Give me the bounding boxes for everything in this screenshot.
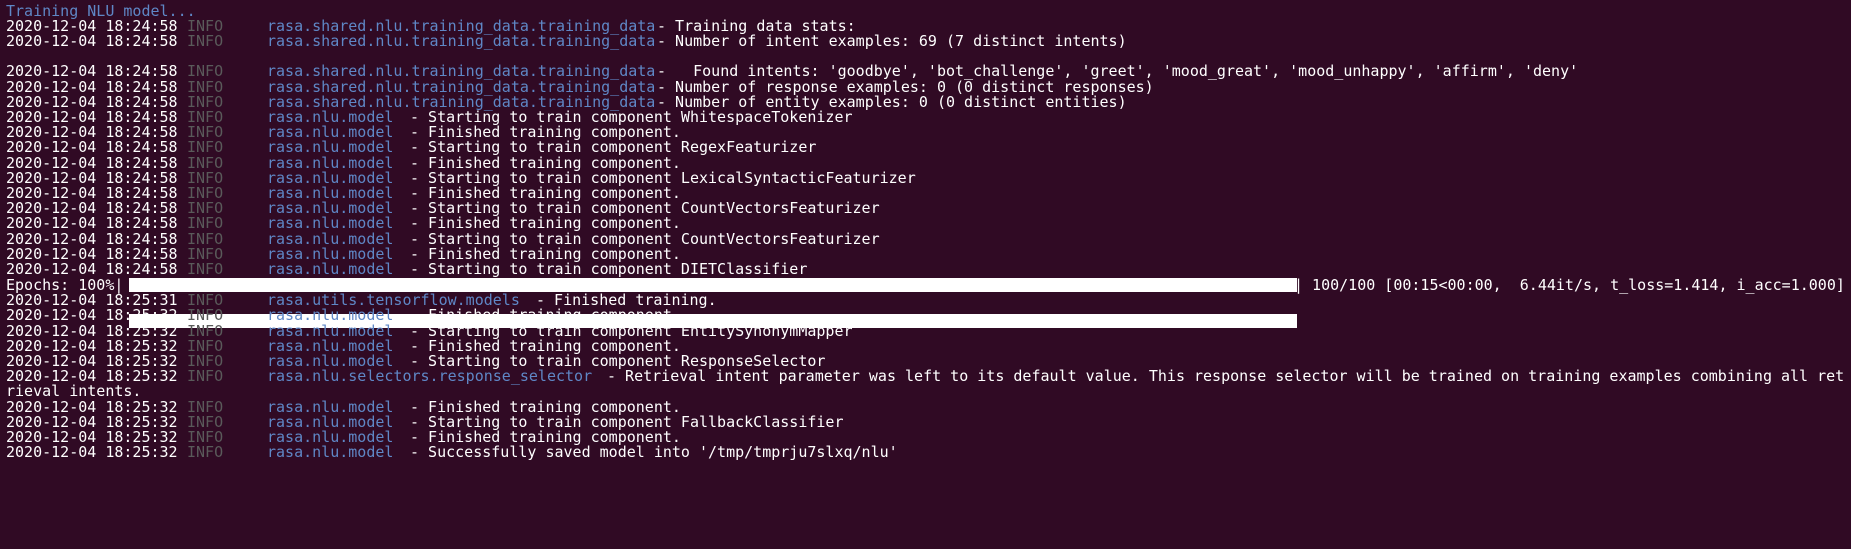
log-logger: rasa.nlu.model <box>267 443 394 461</box>
log-message: - Number of intent examples: 69 (7 disti… <box>657 32 1127 50</box>
progress-bar <box>129 278 1297 328</box>
log-line: 2020-12-04 18:24:58 INFO rasa.shared.nlu… <box>6 32 1127 50</box>
log-line: 2020-12-04 18:25:32 INFO rasa.nlu.select… <box>6 367 1851 385</box>
progress-stats: | 100/100 [00:15<00:00, 6.44it/s, t_loss… <box>1294 276 1845 294</box>
log-level: INFO <box>187 32 224 50</box>
log-message: - Retrieval intent parameter was left to… <box>607 367 1845 385</box>
log-line: 2020-12-04 18:25:32 INFO rasa.nlu.model … <box>6 443 898 461</box>
log-logger: rasa.shared.nlu.training_data.training_d… <box>267 32 656 50</box>
log-timestamp: 2020-12-04 18:24:58 <box>6 32 178 50</box>
terminal-window[interactable]: Training NLU model... 2020-12-04 18:24:5… <box>0 0 1851 549</box>
log-timestamp: 2020-12-04 18:25:32 <box>6 443 178 461</box>
log-level: INFO <box>187 443 224 461</box>
log-level: INFO <box>187 367 224 385</box>
log-logger: rasa.nlu.selectors.response_selector <box>267 367 593 385</box>
log-message: - Successfully saved model into '/tmp/tm… <box>410 443 898 461</box>
